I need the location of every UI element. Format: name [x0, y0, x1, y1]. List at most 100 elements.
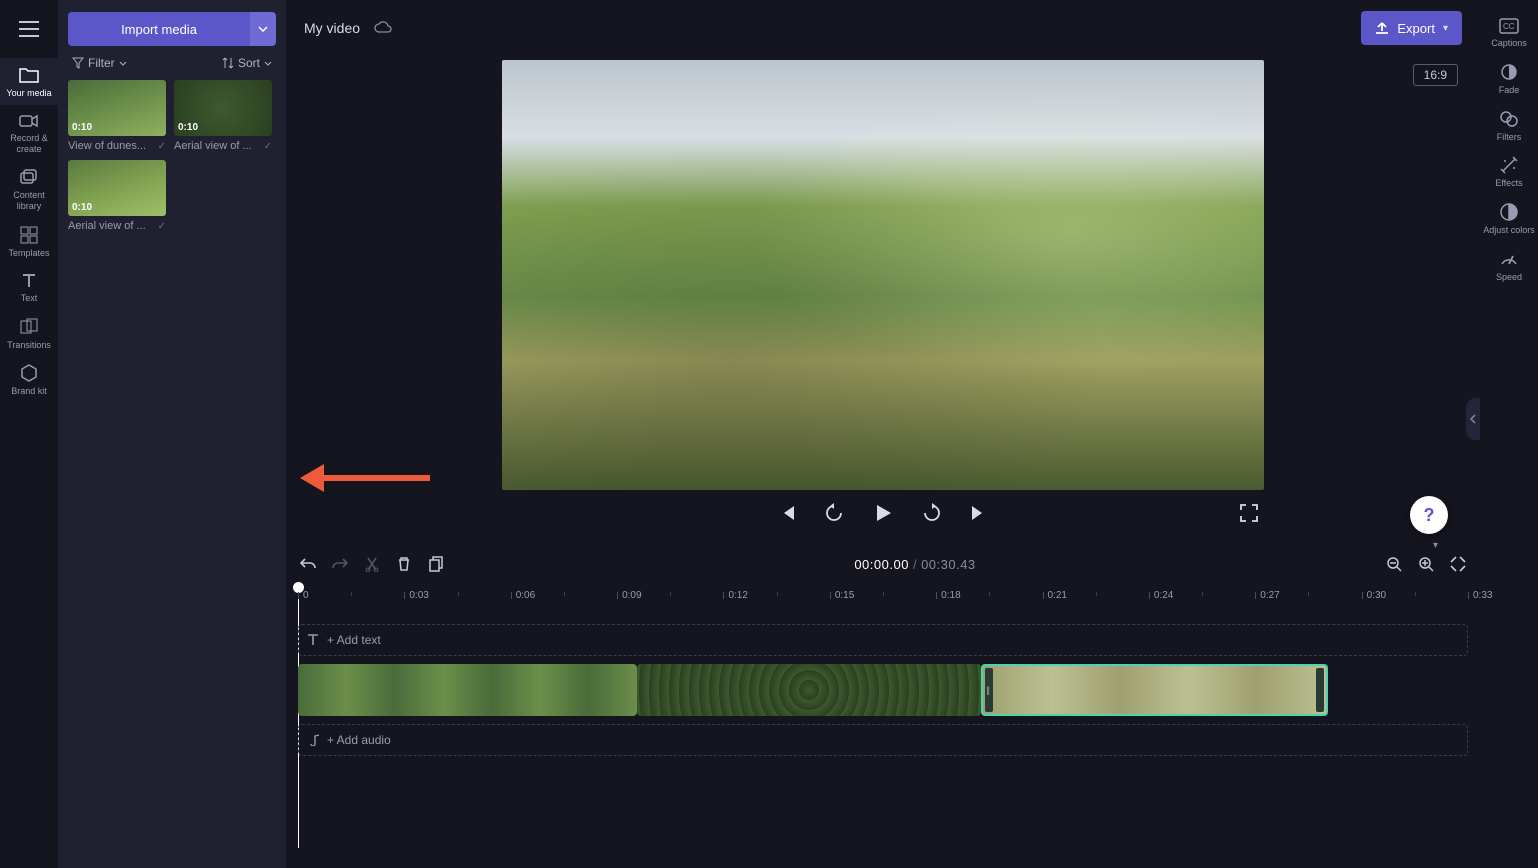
check-icon: ✓ — [264, 141, 272, 152]
sidebar-item-fade[interactable]: Fade — [1480, 55, 1538, 102]
cloud-sync-icon[interactable] — [374, 21, 392, 35]
sidebar-label: Transitions — [7, 340, 51, 351]
music-note-icon — [307, 734, 319, 746]
add-audio-button[interactable]: + Add audio — [307, 733, 391, 747]
ruler-tick: 0:24 — [1149, 592, 1150, 599]
adjust-colors-icon — [1500, 203, 1518, 221]
ruler-tick-minor — [883, 592, 884, 596]
chevron-left-icon — [1470, 414, 1476, 424]
text-track[interactable]: + Add text — [298, 624, 1468, 656]
header: My video Export ▾ — [286, 0, 1480, 56]
filter-button[interactable]: Filter — [72, 56, 127, 70]
ruler-tick-minor — [1415, 592, 1416, 596]
video-preview[interactable] — [502, 60, 1264, 490]
sidebar-item-transitions[interactable]: Transitions — [0, 310, 58, 357]
svg-text:CC: CC — [1503, 22, 1515, 31]
video-clip[interactable] — [298, 664, 637, 716]
split-button[interactable] — [364, 556, 380, 572]
media-title: Aerial view of ... — [174, 140, 252, 152]
media-item[interactable]: 0:10 Aerial view of ...✓ — [68, 160, 166, 232]
add-text-button[interactable]: + Add text — [307, 633, 381, 647]
ruler-tick: 0:21 — [1043, 592, 1044, 599]
ruler-tick-minor — [1308, 592, 1309, 596]
media-item[interactable]: 0:10 Aerial view of ... ✓ — [174, 80, 272, 152]
video-clip[interactable] — [637, 664, 981, 716]
media-duration: 0:10 — [72, 122, 92, 133]
ruler-tick: 0:06 — [511, 592, 512, 599]
zoom-in-button[interactable] — [1418, 556, 1434, 572]
media-item[interactable]: 0:10 View of dunes...✓ — [68, 80, 166, 152]
media-thumbnail: 0:10 — [174, 80, 272, 136]
media-title: Aerial view of ... — [68, 220, 146, 232]
sort-button[interactable]: Sort — [222, 56, 272, 70]
play-button[interactable] — [872, 502, 894, 524]
audio-track[interactable]: + Add audio — [298, 724, 1468, 756]
ruler-tick-minor — [670, 592, 671, 596]
media-duration: 0:10 — [178, 122, 198, 133]
clip-handle-right[interactable]: || — [1320, 685, 1323, 695]
ruler-tick-minor — [777, 592, 778, 596]
delete-button[interactable] — [396, 556, 412, 572]
sidebar-item-content-library[interactable]: Content library — [0, 160, 58, 218]
sidebar-item-effects[interactable]: Effects — [1480, 148, 1538, 195]
left-sidebar: Your media Record & create Content libra… — [0, 0, 58, 868]
sidebar-item-adjust-colors[interactable]: Adjust colors — [1480, 195, 1538, 242]
sidebar-item-brand-kit[interactable]: Brand kit — [0, 356, 58, 403]
sidebar-item-your-media[interactable]: Your media — [0, 58, 58, 105]
media-panel: Import media Filter Sort 0:10 View of du… — [58, 0, 286, 868]
ruler-tick: 0:03 — [404, 592, 405, 599]
ruler-tick-minor — [564, 592, 565, 596]
sidebar-item-filters[interactable]: Filters — [1480, 102, 1538, 149]
annotation-arrow — [300, 454, 430, 502]
sidebar-label: Record & create — [2, 133, 56, 155]
transitions-icon — [20, 318, 38, 336]
sidebar-item-speed[interactable]: Speed — [1480, 242, 1538, 289]
sidebar-item-text[interactable]: Text — [0, 265, 58, 310]
text-icon — [21, 273, 37, 289]
forward-button[interactable] — [922, 503, 942, 523]
check-icon: ✓ — [158, 141, 166, 152]
duplicate-button[interactable] — [428, 556, 444, 572]
filter-icon — [72, 57, 84, 69]
aspect-ratio-button[interactable]: 16:9 — [1413, 64, 1458, 86]
redo-button[interactable] — [332, 556, 348, 572]
sidebar-item-templates[interactable]: Templates — [0, 218, 58, 265]
folder-icon — [19, 66, 39, 84]
ruler-tick-minor — [1096, 592, 1097, 596]
right-sidebar: CC Captions Fade Filters Effects Adjust … — [1480, 0, 1538, 868]
help-chevron[interactable]: ▾ — [1433, 540, 1438, 551]
rewind-button[interactable] — [824, 503, 844, 523]
menu-button[interactable] — [0, 0, 58, 58]
captions-icon: CC — [1499, 18, 1519, 34]
zoom-out-button[interactable] — [1386, 556, 1402, 572]
text-icon — [307, 634, 319, 646]
speed-icon — [1500, 250, 1518, 268]
ruler-tick: 0:12 — [723, 592, 724, 599]
zoom-fit-button[interactable] — [1450, 556, 1466, 572]
upload-icon — [1375, 21, 1389, 35]
ruler-tick: 0:15 — [830, 592, 831, 599]
video-clip-selected[interactable]: || || — [981, 664, 1327, 716]
skip-back-button[interactable] — [778, 504, 796, 522]
library-icon — [19, 168, 39, 186]
import-media-dropdown[interactable] — [250, 12, 276, 46]
skip-forward-button[interactable] — [970, 504, 988, 522]
video-track[interactable]: || || — [298, 664, 1468, 716]
import-media-button[interactable]: Import media — [68, 12, 250, 46]
clip-handle-left[interactable]: || — [986, 685, 989, 695]
timeline-tracks: + Add text || || + Add audio — [298, 624, 1468, 764]
ruler-tick-minor — [351, 592, 352, 596]
ruler-tick: 0:30 — [1362, 592, 1363, 599]
chevron-down-icon — [258, 26, 268, 32]
project-title[interactable]: My video — [304, 20, 360, 36]
fullscreen-button[interactable] — [1240, 504, 1258, 522]
sidebar-item-record-create[interactable]: Record & create — [0, 105, 58, 161]
hamburger-icon — [19, 21, 39, 37]
help-button[interactable]: ? — [1410, 496, 1448, 534]
expand-right-panel-button[interactable] — [1466, 398, 1480, 440]
sidebar-item-captions[interactable]: CC Captions — [1480, 10, 1538, 55]
export-button[interactable]: Export ▾ — [1361, 11, 1462, 45]
undo-button[interactable] — [300, 556, 316, 572]
timeline-ruler[interactable]: 00:030:060:090:120:150:180:210:240:270:3… — [298, 588, 1468, 616]
fade-icon — [1500, 63, 1518, 81]
